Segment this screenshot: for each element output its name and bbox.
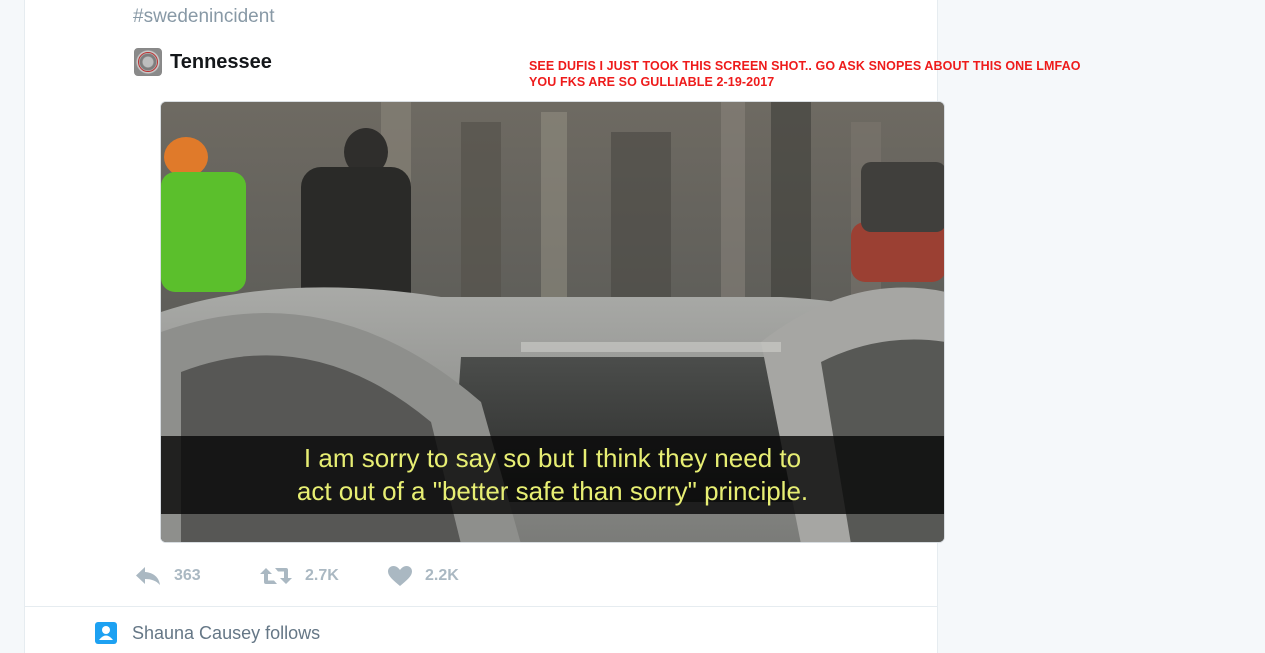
follow-text[interactable]: Shauna Causey follows	[132, 623, 320, 644]
retweet-button[interactable]: 2.7K	[259, 565, 387, 587]
subtitle-line: act out of a "better safe than sorry" pr…	[296, 476, 809, 506]
reply-button[interactable]: 363	[134, 565, 259, 587]
follow-notification[interactable]: Shauna Causey follows	[95, 622, 320, 644]
heart-icon	[388, 566, 412, 586]
reply-count: 363	[174, 567, 201, 584]
author-name[interactable]: Tennessee	[170, 51, 272, 74]
subtitle-line: I am sorry to say so but I think they ne…	[303, 443, 802, 473]
state-seal-avatar-icon[interactable]	[134, 48, 162, 76]
timeline-divider	[25, 606, 937, 607]
hashtag-link[interactable]: #swedenincident	[133, 6, 275, 28]
tweet-author[interactable]: Tennessee	[134, 46, 272, 78]
annotation-line: SEE DUFIS I JUST TOOK THIS SCREEN SHOT..…	[529, 59, 1081, 73]
video-subtitle: I am sorry to say so but I think they ne…	[161, 436, 944, 514]
follow-person-icon	[95, 622, 117, 644]
like-count: 2.2K	[425, 567, 459, 584]
tweet-card: #swedenincident Tennessee I am sorry to …	[24, 0, 945, 653]
retweet-icon	[260, 568, 292, 584]
tweet-media-video[interactable]: I am sorry to say so but I think they ne…	[160, 101, 945, 543]
annotation-line: YOU FKS ARE SO GULLIABLE 2-19-2017	[529, 75, 775, 89]
like-button[interactable]: 2.2K	[387, 565, 459, 587]
red-overlay-annotation: SEE DUFIS I JUST TOOK THIS SCREEN SHOT..…	[529, 58, 1169, 90]
tweet-actions: 363 2.7K 2.2K	[134, 562, 459, 590]
reply-icon	[136, 567, 160, 585]
retweet-count: 2.7K	[305, 567, 339, 584]
